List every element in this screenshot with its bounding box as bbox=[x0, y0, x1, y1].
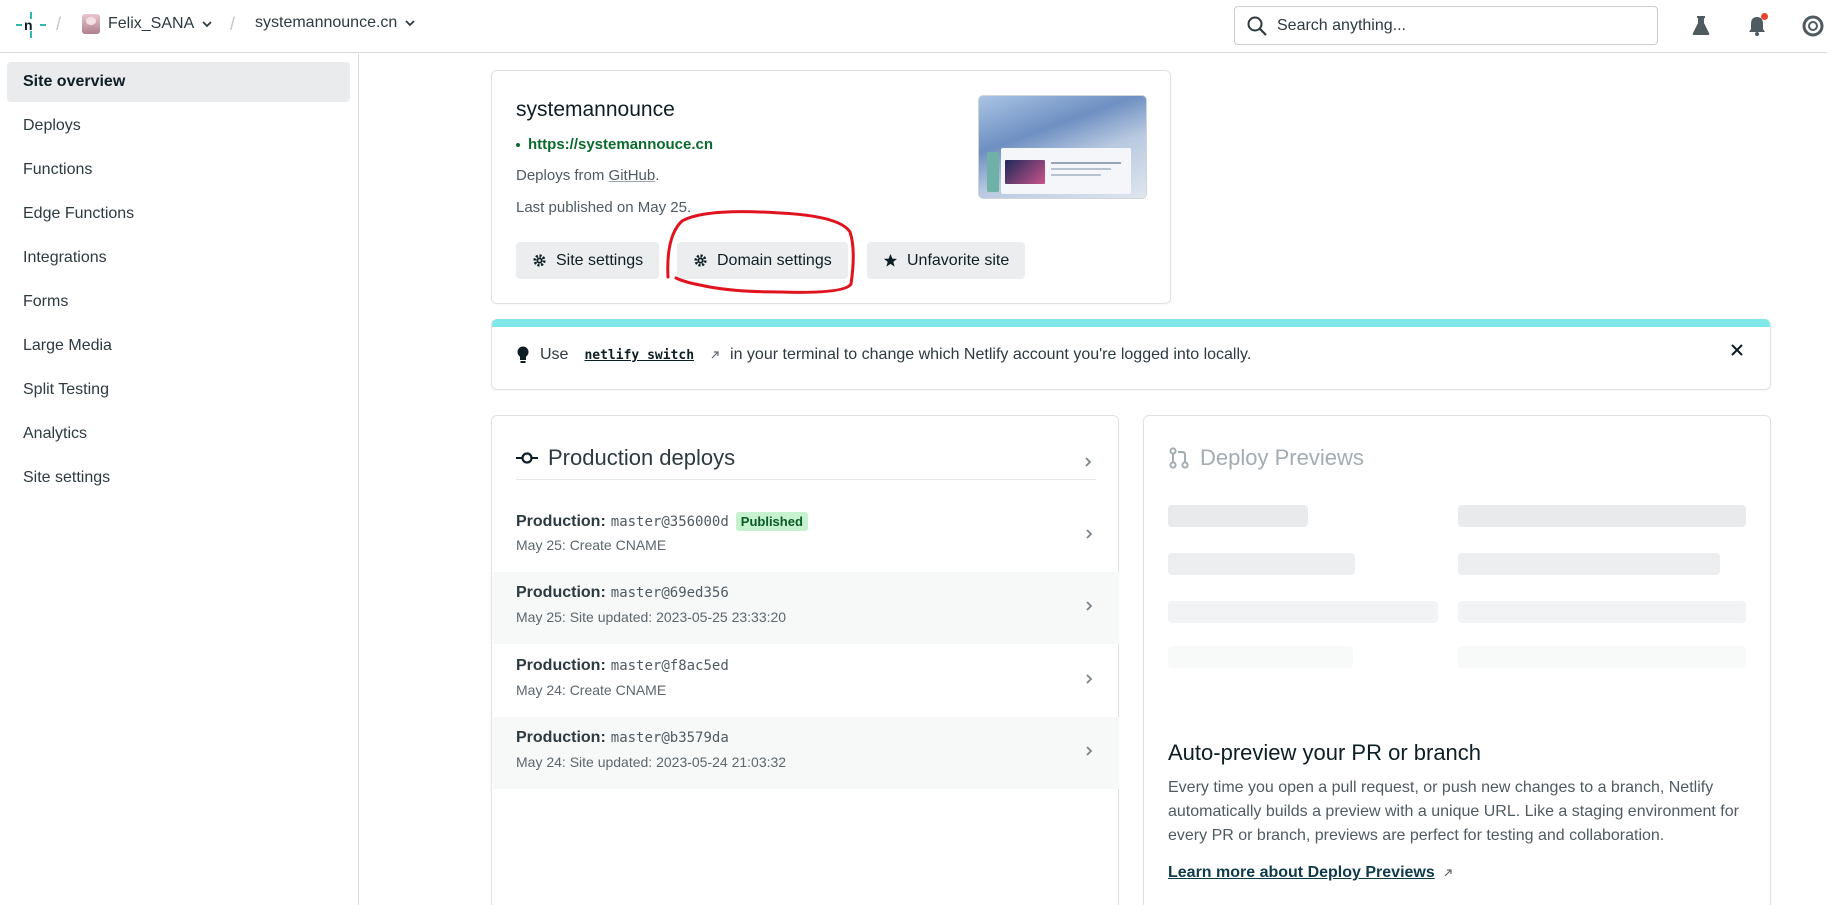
chevron-down-icon bbox=[202, 21, 212, 28]
svg-text:n: n bbox=[24, 17, 33, 33]
labs-flask-icon[interactable] bbox=[1689, 14, 1713, 38]
gear-icon bbox=[694, 254, 707, 267]
sidebar-item-site-settings[interactable]: Site settings bbox=[7, 458, 350, 498]
loading-skeleton bbox=[1458, 601, 1746, 623]
deploy-row[interactable]: Production: master@69ed356 May 25: Site u… bbox=[493, 572, 1119, 644]
loading-skeleton bbox=[1168, 553, 1355, 575]
site-switcher[interactable]: systemannounce.cn bbox=[255, 14, 415, 32]
search-icon bbox=[1247, 16, 1267, 36]
production-deploys-header[interactable]: Production deploys bbox=[516, 445, 735, 471]
github-link[interactable]: GitHub bbox=[609, 167, 656, 184]
pull-request-icon bbox=[1169, 447, 1189, 469]
breadcrumb-separator: / bbox=[56, 14, 62, 34]
production-deploys-card: Production deploys Production: master@356… bbox=[491, 415, 1119, 905]
team-switcher[interactable]: Felix_SANA bbox=[82, 14, 212, 34]
external-link-icon bbox=[711, 351, 719, 359]
site-name-crumb: systemannounce.cn bbox=[255, 14, 398, 31]
top-bar: n / Felix_SANA / systemannounce.cn bbox=[0, 0, 1827, 53]
deploy-row[interactable]: Production: master@f8ac5ed May 24: Create… bbox=[493, 645, 1119, 717]
team-name: Felix_SANA bbox=[108, 15, 195, 32]
site-title: systemannounce bbox=[516, 98, 675, 121]
chevron-right-icon[interactable] bbox=[1084, 456, 1092, 468]
avatar bbox=[82, 14, 100, 34]
loading-skeleton bbox=[1168, 505, 1308, 527]
unfavorite-site-button[interactable]: Unfavorite site bbox=[867, 242, 1026, 279]
last-published-text: Last published on May 25. bbox=[516, 199, 692, 216]
chevron-right-icon bbox=[1086, 746, 1093, 756]
tip-accent-bar bbox=[492, 319, 1770, 327]
panel-title: Deploy Previews bbox=[1200, 445, 1364, 470]
chevron-right-icon bbox=[1086, 529, 1093, 539]
netlify-switch-link[interactable]: netlify switch bbox=[578, 348, 700, 363]
chevron-right-icon bbox=[1086, 601, 1093, 611]
loading-skeleton bbox=[1458, 553, 1720, 575]
deploy-row[interactable]: Production: master@356000d Published May 2… bbox=[493, 500, 1119, 572]
loading-skeleton bbox=[1458, 646, 1746, 668]
sidebar-item-large-media[interactable]: Large Media bbox=[7, 326, 350, 366]
site-overview-card: systemannounce https://systemannouce.cn … bbox=[491, 70, 1171, 304]
tip-text: Use netlify switch in your terminal to c… bbox=[516, 346, 1251, 364]
deploys-from-text: Deploys from GitHub. bbox=[516, 167, 660, 184]
external-link-icon bbox=[1444, 869, 1452, 877]
site-screenshot-thumbnail[interactable] bbox=[978, 95, 1147, 199]
search-box[interactable] bbox=[1234, 6, 1658, 45]
git-commit-icon bbox=[516, 452, 538, 464]
close-icon[interactable] bbox=[1730, 343, 1744, 357]
deploy-previews-card: Deploy Previews Auto-preview your PR or … bbox=[1143, 415, 1771, 905]
netlify-logo-icon[interactable]: n bbox=[14, 10, 48, 40]
sidebar-item-analytics[interactable]: Analytics bbox=[7, 414, 350, 454]
domain-settings-button[interactable]: Domain settings bbox=[677, 242, 848, 279]
divider bbox=[516, 479, 1096, 480]
deploy-row[interactable]: Production: master@b3579da May 24: Site u… bbox=[493, 717, 1119, 789]
status-badge: Published bbox=[735, 512, 808, 531]
sidebar-item-deploys[interactable]: Deploys bbox=[7, 106, 350, 146]
sidebar-item-functions[interactable]: Functions bbox=[7, 150, 350, 190]
preview-heading: Auto-preview your PR or branch bbox=[1168, 740, 1482, 765]
preview-description: Every time you open a pull request, or p… bbox=[1168, 779, 1739, 844]
sidebar: Site overview Deploys Functions Edge Fun… bbox=[0, 54, 359, 905]
loading-skeleton bbox=[1168, 601, 1438, 623]
status-dot bbox=[516, 142, 520, 147]
gear-icon bbox=[533, 254, 546, 267]
panel-title: Production deploys bbox=[548, 445, 736, 470]
site-url-link[interactable]: https://systemannouce.cn bbox=[516, 136, 713, 153]
sidebar-item-split-testing[interactable]: Split Testing bbox=[7, 370, 350, 410]
site-settings-button[interactable]: Site settings bbox=[516, 242, 660, 279]
deploy-previews-header: Deploy Previews bbox=[1168, 445, 1364, 471]
lightbulb-icon bbox=[517, 346, 529, 363]
sidebar-item-site-overview[interactable]: Site overview bbox=[7, 62, 350, 102]
sidebar-item-integrations[interactable]: Integrations bbox=[7, 238, 350, 278]
loading-skeleton bbox=[1168, 646, 1353, 668]
sidebar-item-forms[interactable]: Forms bbox=[7, 282, 350, 322]
chevron-down-icon bbox=[405, 20, 415, 27]
star-icon bbox=[883, 253, 898, 267]
help-lifebuoy-icon[interactable] bbox=[1801, 14, 1825, 38]
search-input[interactable] bbox=[1277, 16, 1637, 35]
loading-skeleton bbox=[1458, 505, 1746, 527]
chevron-right-icon bbox=[1086, 674, 1093, 684]
learn-more-link[interactable]: Learn more about Deploy Previews bbox=[1168, 864, 1453, 882]
tip-banner: Use netlify switch in your terminal to c… bbox=[491, 319, 1771, 390]
notification-dot bbox=[1761, 13, 1768, 20]
breadcrumb-separator: / bbox=[230, 14, 236, 34]
sidebar-item-edge-functions[interactable]: Edge Functions bbox=[7, 194, 350, 234]
